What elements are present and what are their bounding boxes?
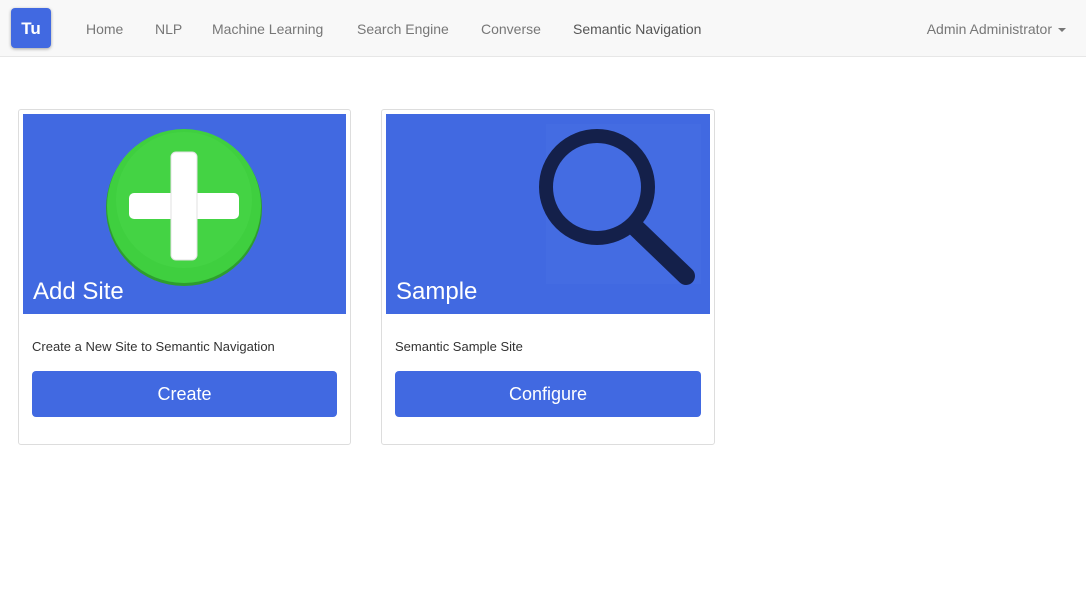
card-description: Semantic Sample Site [395, 339, 523, 354]
nav-machine-learning[interactable]: Machine Learning [212, 0, 323, 57]
configure-button[interactable]: Configure [395, 371, 701, 417]
brand-logo[interactable]: Tu [11, 8, 51, 48]
card-title: Add Site [33, 278, 124, 305]
card-title: Sample [396, 278, 478, 305]
card-add-site: Add Site Create a New Site to Semantic N… [18, 109, 351, 445]
nav-search-engine[interactable]: Search Engine [357, 0, 449, 57]
nav-nlp[interactable]: NLP [155, 0, 182, 57]
create-button[interactable]: Create [32, 371, 337, 417]
card-sample: Sample Semantic Sample Site Configure [381, 109, 715, 445]
card-description: Create a New Site to Semantic Navigation [32, 339, 275, 354]
user-menu[interactable]: Admin Administrator [927, 0, 1066, 57]
caret-down-icon [1058, 28, 1066, 33]
navbar: Tu Home NLP Machine Learning Search Engi… [0, 0, 1086, 57]
nav-home[interactable]: Home [86, 0, 123, 57]
nav-semantic-navigation[interactable]: Semantic Navigation [573, 0, 701, 57]
card-image: Add Site [23, 114, 346, 314]
card-image: Sample [386, 114, 710, 314]
nav-converse[interactable]: Converse [481, 0, 541, 57]
user-name: Admin Administrator [926, 21, 1052, 37]
